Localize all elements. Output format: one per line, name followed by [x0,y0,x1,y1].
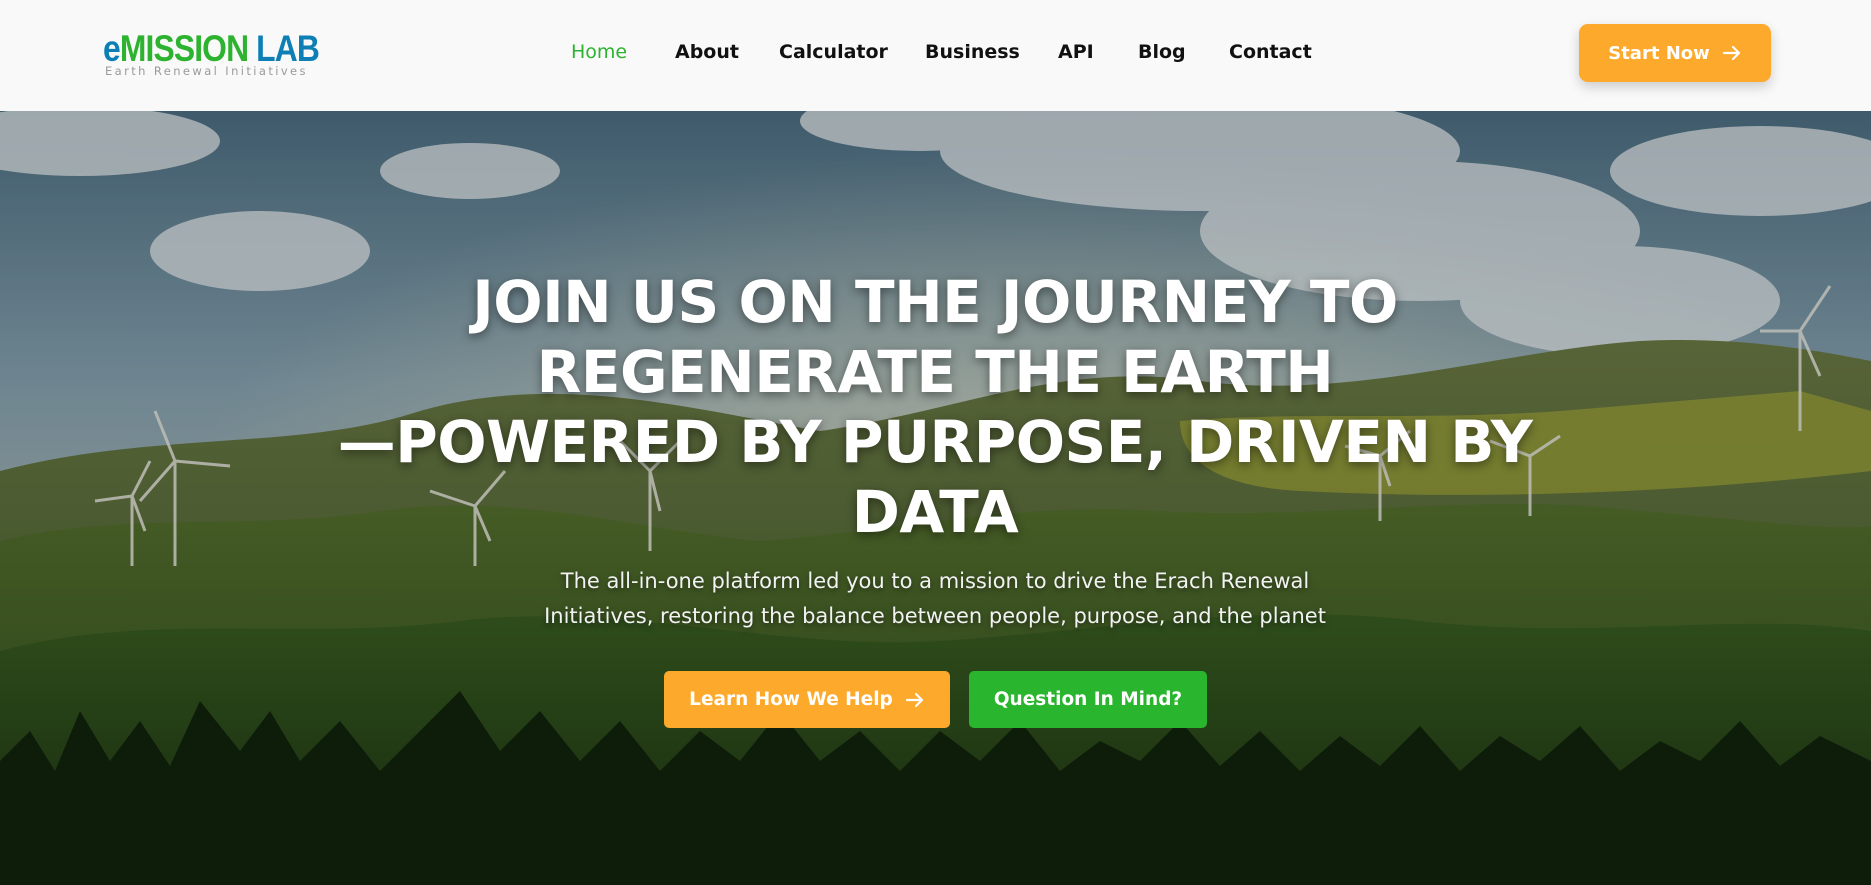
headline-line-3: —POWERED BY PURPOSE, DRIVEN BY [337,408,1533,476]
start-now-label: Start Now [1608,42,1710,64]
nav-item-contact[interactable]: Contact [1229,40,1312,64]
headline-line-2: REGENERATE THE EARTH [536,338,1334,406]
nav-item-blog[interactable]: Blog [1138,40,1186,64]
nav-item-about[interactable]: About [675,40,739,64]
hero-section: JOIN US ON THE JOURNEY TO REGENERATE THE… [0,111,1871,885]
question-in-mind-button[interactable]: Question In Mind? [969,671,1207,728]
headline-line-1: JOIN US ON THE JOURNEY TO [472,268,1398,336]
hero-headline: JOIN US ON THE JOURNEY TO REGENERATE THE… [335,267,1535,547]
question-in-mind-label: Question In Mind? [993,689,1183,710]
start-now-button[interactable]: Start Now [1579,24,1771,82]
hero-subtext: The all-in-one platform led you to a mis… [485,564,1385,634]
nav-item-api[interactable]: API [1058,40,1094,64]
learn-how-we-help-button[interactable]: Learn How We Help [664,671,950,728]
nav-item-business[interactable]: Business [925,40,1020,64]
logo-tagline: Earth Renewal Initiatives [105,64,308,78]
learn-how-we-help-label: Learn How We Help [689,689,893,710]
nav-item-home[interactable]: Home [571,40,627,64]
subtext-line-2: Initiatives, restoring the balance betwe… [544,604,1326,628]
headline-line-4: DATA [851,478,1019,546]
arrow-right-icon [905,692,923,707]
site-header: eMISSION LAB Earth Renewal Initiatives H… [0,0,1871,111]
arrow-right-icon [1722,45,1740,61]
subtext-line-1: The all-in-one platform led you to a mis… [560,569,1310,593]
nav-item-calculator[interactable]: Calculator [779,40,888,64]
